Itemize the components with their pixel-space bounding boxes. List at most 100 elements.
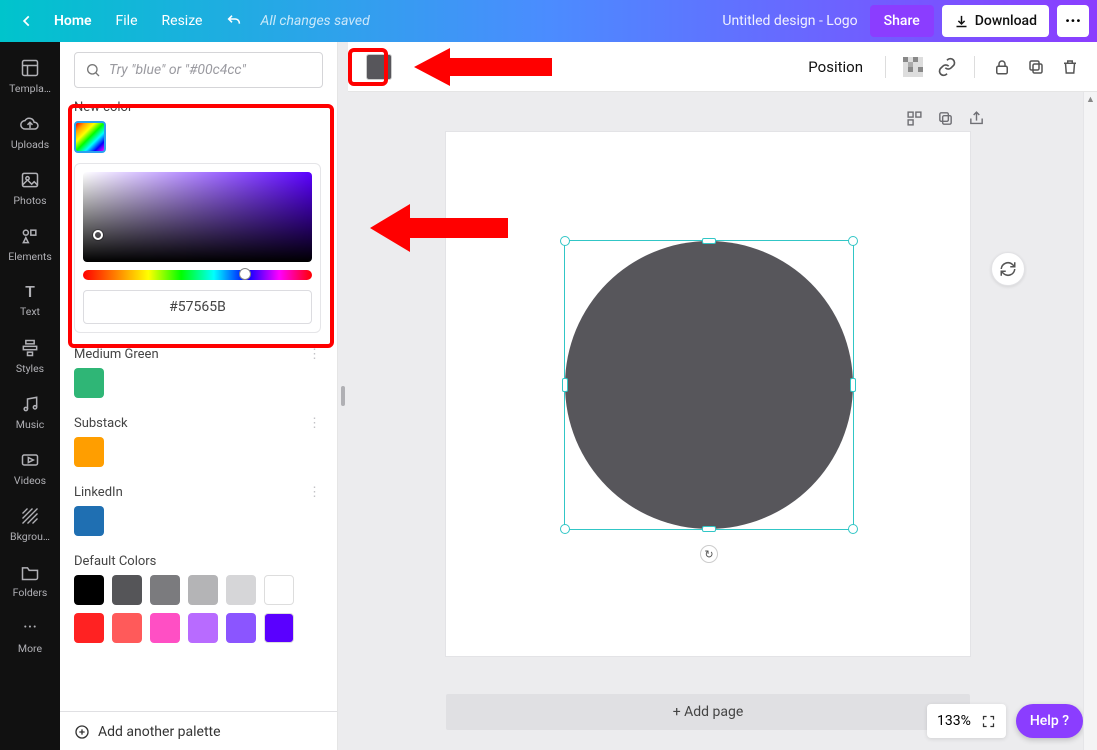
page-mini-tools: [906, 110, 985, 127]
link-icon[interactable]: [936, 56, 958, 78]
fullscreen-icon[interactable]: [981, 714, 996, 729]
undo-icon[interactable]: [214, 0, 254, 42]
rotate-handle[interactable]: ↻: [700, 545, 718, 563]
design-page[interactable]: ↻: [446, 132, 970, 656]
current-fill-swatch[interactable]: [366, 54, 392, 80]
rail-music[interactable]: Music: [0, 384, 60, 440]
chevron-down-icon[interactable]: ⋮: [308, 416, 321, 431]
document-title[interactable]: Untitled design - Logo: [722, 13, 857, 29]
top-header: Home File Resize All changes saved Untit…: [0, 0, 1097, 42]
color-search[interactable]: [74, 52, 323, 88]
page-share-icon[interactable]: [968, 110, 985, 127]
color-search-input[interactable]: [109, 62, 312, 78]
hue-thumb[interactable]: [239, 268, 251, 280]
element-toolbar: Position: [348, 42, 1097, 92]
home-menu[interactable]: Home: [42, 0, 104, 42]
refresh-button[interactable]: [991, 252, 1025, 286]
default-swatch[interactable]: [112, 613, 142, 643]
resize-menu[interactable]: Resize: [150, 0, 215, 42]
palette-linkedin-label: LinkedIn⋮: [74, 485, 321, 500]
more-icon: ···: [23, 617, 37, 638]
page-grid-icon[interactable]: [906, 110, 923, 127]
resize-handle-ne[interactable]: [848, 236, 858, 246]
swatch-medium-green[interactable]: [74, 368, 104, 398]
rail-background[interactable]: Bkgrou…: [0, 496, 60, 552]
rail-elements[interactable]: Elements: [0, 216, 60, 272]
rail-templates[interactable]: Templa…: [0, 48, 60, 104]
color-picker-card: #57565B: [74, 163, 321, 333]
photos-icon: [20, 170, 40, 190]
resize-handle-se[interactable]: [848, 524, 858, 534]
videos-icon: [20, 450, 40, 470]
resize-handle-n[interactable]: [702, 238, 716, 244]
palette-substack-label: Substack⋮: [74, 416, 321, 431]
background-icon: [20, 506, 40, 526]
file-menu[interactable]: File: [104, 0, 150, 42]
help-button[interactable]: Help ?: [1016, 704, 1083, 738]
default-swatch[interactable]: [264, 575, 294, 605]
share-button[interactable]: Share: [870, 5, 934, 37]
chevron-down-icon[interactable]: ⋮: [308, 485, 321, 500]
add-page-button[interactable]: + Add page: [446, 694, 970, 730]
text-icon: T: [25, 282, 35, 301]
default-swatch[interactable]: [150, 613, 180, 643]
refresh-icon: [999, 260, 1017, 278]
page-duplicate-icon[interactable]: [937, 110, 954, 127]
default-swatch[interactable]: [188, 613, 218, 643]
styles-icon: [20, 338, 40, 358]
rail-text[interactable]: T Text: [0, 272, 60, 328]
zoom-control[interactable]: 133%: [927, 704, 1006, 738]
rail-styles[interactable]: Styles: [0, 328, 60, 384]
more-menu-button[interactable]: ···: [1057, 5, 1089, 37]
rail-more[interactable]: ··· More: [0, 608, 60, 664]
panel-collapse-handle[interactable]: [338, 42, 348, 750]
hue-slider[interactable]: [83, 270, 312, 280]
default-swatch[interactable]: [150, 575, 180, 605]
chevron-down-icon[interactable]: ⋮: [308, 347, 321, 362]
templates-icon: [20, 58, 40, 78]
canvas-area: Position: [348, 42, 1097, 750]
rail-photos[interactable]: Photos: [0, 160, 60, 216]
new-color-chip[interactable]: [74, 121, 106, 153]
resize-handle-e[interactable]: [850, 378, 856, 392]
circle-shape[interactable]: [565, 241, 853, 529]
scroll-up-icon[interactable]: ▲: [1084, 92, 1097, 106]
palette-medium-green-label: Medium Green⋮: [74, 347, 321, 362]
folders-icon: [20, 562, 40, 582]
elements-icon: [20, 226, 40, 246]
add-palette-button[interactable]: Add another palette: [60, 711, 337, 740]
default-swatch[interactable]: [226, 613, 256, 643]
swatch-linkedin[interactable]: [74, 506, 104, 536]
resize-handle-s[interactable]: [702, 526, 716, 532]
selection-box[interactable]: ↻: [564, 240, 854, 530]
default-swatch[interactable]: [226, 575, 256, 605]
scrollbar-vertical[interactable]: ▲: [1083, 92, 1097, 750]
lock-icon[interactable]: [991, 56, 1013, 78]
rail-videos[interactable]: Videos: [0, 440, 60, 496]
position-button[interactable]: Position: [802, 54, 869, 80]
add-palette-label: Add another palette: [98, 724, 221, 740]
default-swatch[interactable]: [264, 613, 294, 643]
swatch-substack[interactable]: [74, 437, 104, 467]
default-swatch[interactable]: [74, 575, 104, 605]
canvas-scroll[interactable]: ↻ + Add page 133% Help ? ▲: [348, 92, 1097, 750]
resize-handle-nw[interactable]: [560, 236, 570, 246]
default-colors-grid: [74, 575, 321, 605]
default-swatch[interactable]: [188, 575, 218, 605]
back-chevron-icon[interactable]: [8, 0, 46, 42]
rail-uploads[interactable]: Uploads: [0, 104, 60, 160]
download-button[interactable]: Download: [942, 5, 1049, 37]
saturation-value-area[interactable]: [83, 172, 312, 262]
duplicate-icon[interactable]: [1025, 56, 1047, 78]
default-swatch[interactable]: [112, 575, 142, 605]
new-color-label: New color: [74, 100, 321, 115]
hex-input[interactable]: #57565B: [83, 290, 312, 324]
default-swatch[interactable]: [74, 613, 104, 643]
rail-folders[interactable]: Folders: [0, 552, 60, 608]
resize-handle-w[interactable]: [562, 378, 568, 392]
resize-handle-sw[interactable]: [560, 524, 570, 534]
transparency-icon[interactable]: [902, 56, 924, 78]
default-colors-label: Default Colors: [74, 554, 321, 569]
sv-cursor[interactable]: [93, 230, 103, 240]
delete-icon[interactable]: [1059, 56, 1081, 78]
